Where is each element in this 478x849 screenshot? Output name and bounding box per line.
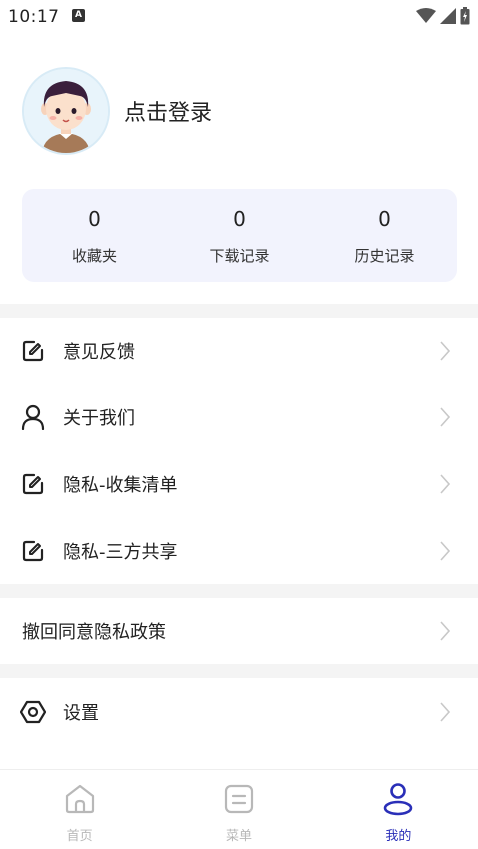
chevron-right-icon — [438, 620, 452, 642]
stat-history[interactable]: 0 历史记录 — [312, 189, 457, 282]
stat-value: 0 — [233, 207, 246, 231]
stat-value: 0 — [378, 207, 391, 231]
menu-item-revoke-consent[interactable]: 撤回同意隐私政策 — [0, 598, 478, 664]
chevron-right-icon — [438, 473, 452, 495]
section-divider — [0, 664, 478, 678]
menu-label: 意见反馈 — [63, 342, 135, 363]
profile-header[interactable]: 点击登录 — [22, 67, 462, 155]
menu-label: 隐私-收集清单 — [63, 475, 178, 496]
a-icon: A — [72, 9, 85, 22]
menu-label: 撤回同意隐私政策 — [22, 622, 166, 643]
menu-item-feedback[interactable]: 意见反馈 — [0, 318, 478, 384]
nav-home[interactable]: 首页 — [0, 770, 159, 849]
avatar-illustration — [24, 69, 108, 153]
stat-downloads[interactable]: 0 下载记录 — [167, 189, 312, 282]
status-time: 10:17 — [8, 7, 60, 27]
login-prompt[interactable]: 点击登录 — [124, 95, 212, 127]
stat-label: 下载记录 — [209, 247, 270, 265]
menu-label: 设置 — [63, 703, 99, 724]
settings-hexagon-icon — [20, 699, 46, 725]
stat-label: 历史记录 — [354, 247, 415, 265]
nav-label: 菜单 — [225, 829, 252, 844]
battery-icon — [460, 7, 470, 25]
avatar[interactable] — [22, 67, 110, 155]
chevron-right-icon — [438, 540, 452, 562]
nav-profile[interactable]: 我的 — [319, 770, 478, 849]
menu-item-privacy-collection[interactable]: 隐私-收集清单 — [0, 451, 478, 517]
section-divider — [0, 304, 478, 318]
wifi-icon — [416, 8, 436, 23]
menu-item-privacy-sharing[interactable]: 隐私-三方共享 — [0, 518, 478, 584]
chevron-right-icon — [438, 701, 452, 723]
menu-item-settings[interactable]: 设置 — [0, 679, 478, 745]
nav-label: 首页 — [66, 829, 93, 844]
bottom-nav: 首页 菜单 我的 — [0, 769, 478, 849]
status-icons — [416, 7, 470, 25]
menu-icon — [222, 782, 256, 816]
menu-label: 关于我们 — [63, 408, 135, 429]
stat-favorites[interactable]: 0 收藏夹 — [22, 189, 167, 282]
nav-menu[interactable]: 菜单 — [159, 770, 318, 849]
section-divider — [0, 584, 478, 598]
nav-label: 我的 — [385, 829, 412, 844]
edit-note-icon — [20, 338, 46, 364]
user-icon — [20, 404, 46, 430]
menu-label: 隐私-三方共享 — [63, 542, 178, 563]
menu-item-about[interactable]: 关于我们 — [0, 384, 478, 450]
status-bar: 10:17 A — [0, 0, 478, 34]
home-icon — [63, 782, 97, 816]
stat-label: 收藏夹 — [71, 247, 117, 265]
chevron-right-icon — [438, 406, 452, 428]
stat-value: 0 — [88, 207, 101, 231]
signal-icon — [440, 8, 456, 24]
profile-icon — [381, 782, 415, 816]
edit-note-icon — [20, 538, 46, 564]
edit-note-icon — [20, 471, 46, 497]
chevron-right-icon — [438, 340, 452, 362]
stats-card: 0 收藏夹 0 下载记录 0 历史记录 — [22, 189, 457, 282]
